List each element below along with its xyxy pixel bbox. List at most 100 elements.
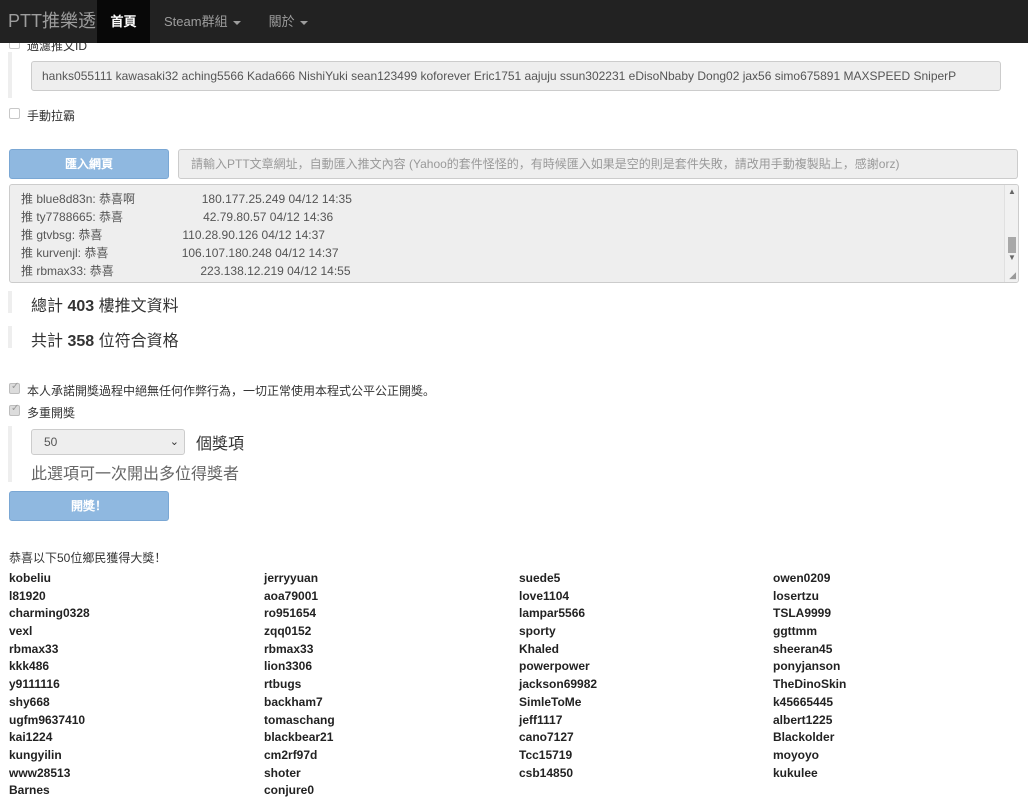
push-line: 推 gtvbsg: 恭喜 110.28.90.126 04/12 14:37 xyxy=(21,228,325,242)
winner-name: www28513 xyxy=(9,765,71,780)
winner-name: owen0209 xyxy=(773,571,831,585)
winner-name: jeff1117 xyxy=(519,712,563,727)
url-input[interactable]: 請輸入PTT文章網址，自動匯入推文內容 (Yahoo的套件怪怪的，有時候匯入如果… xyxy=(178,149,1018,179)
winners-column: suede5 love1104 lampar5566 sporty Khaled powe… xyxy=(519,570,597,782)
promise-checkbox[interactable] xyxy=(9,381,20,394)
manual-checkbox[interactable] xyxy=(9,108,20,119)
prize-count-select[interactable]: 50 ⌄ xyxy=(31,429,185,455)
push-line: 推 rbmax33: 恭喜 223.138.12.219 04/12 14:55 xyxy=(21,264,351,278)
textarea-scrollbar[interactable]: ▲ ▼ xyxy=(1004,185,1018,282)
winner-name: rtbugs xyxy=(264,677,302,692)
winner-name: TSLA9999 xyxy=(773,606,832,621)
exclude-ids-input[interactable]: hanks055111 kawasaki32 aching5566 Kada66… xyxy=(31,61,1001,91)
winners-column: jerryyuan aoa79001 ro951654 zqq0152 rbmax33 l… xyxy=(264,570,335,800)
stat-bar xyxy=(8,326,12,348)
exclude-section-bar xyxy=(8,52,12,98)
multi-draw-label: 多重開獎 xyxy=(27,406,76,420)
scroll-up-icon[interactable]: ▲ xyxy=(1008,187,1016,196)
draw-button[interactable]: 開獎！ xyxy=(9,491,169,521)
winner-name: sporty xyxy=(519,624,556,639)
winner-name: kobeliu xyxy=(9,571,52,585)
winner-name: love1104 xyxy=(519,588,570,603)
qualified-stat: 共計 358 位符合資格 xyxy=(31,327,179,351)
winner-name: sheeran45 xyxy=(773,641,833,656)
multi-draw-checkbox[interactable] xyxy=(9,403,20,416)
winner-name: cano7127 xyxy=(519,730,574,745)
winner-name: charming0328 xyxy=(9,606,90,621)
prize-help-text: 此選項可一次開出多位得獎者 xyxy=(31,466,240,483)
winner-name: Khaled xyxy=(519,641,560,656)
winner-name: losertzu xyxy=(773,588,820,603)
nav-about-label: 關於 xyxy=(268,14,295,29)
push-line: 推 blue8d83n: 恭喜啊 180.177.25.249 04/12 14… xyxy=(21,192,352,206)
winner-name: ugfm9637410 xyxy=(9,712,86,727)
winner-name: cm2rf97d xyxy=(264,747,318,762)
winner-name: blackbear21 xyxy=(264,730,334,745)
winner-name: tomaschang xyxy=(264,712,335,727)
winner-name: y9111116 xyxy=(9,677,60,692)
winner-name: TheDinoSkin xyxy=(773,677,847,692)
winner-name: vexl xyxy=(9,624,33,639)
qualified-prefix: 共計 xyxy=(31,333,64,350)
total-stat: 總計 403 樓推文資料 xyxy=(31,292,179,316)
winner-name: backham7 xyxy=(264,694,323,709)
winner-name: Tcc15719 xyxy=(519,747,573,762)
winner-name: kungyilin xyxy=(9,747,62,762)
winner-name: ponyjanson xyxy=(773,659,841,674)
brand-title[interactable]: PTT推樂透 xyxy=(0,0,97,43)
winner-name: SimleToMe xyxy=(519,694,582,709)
winner-name: jackson69982 xyxy=(519,677,598,692)
push-line: 推 kurvenjl: 恭喜 106.107.180.248 04/12 14:… xyxy=(21,246,339,260)
qualified-suffix: 位符合資格 xyxy=(98,333,179,350)
nav-steam-group[interactable]: Steam群組 xyxy=(150,0,255,43)
total-suffix: 樓推文資料 xyxy=(98,298,179,315)
winner-name: kai1224 xyxy=(9,730,53,745)
winner-name: ro951654 xyxy=(264,606,317,621)
multi-section-bar xyxy=(8,426,12,482)
nav-steam-label: Steam群組 xyxy=(164,14,228,29)
winner-name: shy668 xyxy=(9,694,50,709)
winner-name: albert1225 xyxy=(773,712,833,727)
caret-down-icon xyxy=(232,20,241,25)
scrollbar-thumb[interactable] xyxy=(1008,237,1016,253)
qualified-count: 358 xyxy=(67,333,95,350)
winner-name: l81920 xyxy=(9,588,46,603)
winner-name: moyoyo xyxy=(773,747,820,762)
winner-name: aoa79001 xyxy=(264,588,319,603)
stat-bar xyxy=(8,291,12,313)
promise-label: 本人承諾開獎過程中絕無任何作弊行為，一切正常使用本程式公平公正開獎。 xyxy=(27,384,436,398)
manual-label: 手動拉霸 xyxy=(27,109,76,123)
congrats-text: 恭喜以下50位鄉民獲得大獎！ xyxy=(9,551,167,565)
winner-name: lampar5566 xyxy=(519,606,586,621)
winner-name: csb14850 xyxy=(519,765,574,780)
nav-home[interactable]: 首頁 xyxy=(97,0,150,43)
winner-name: Barnes xyxy=(9,783,50,798)
scroll-down-icon[interactable]: ▼ xyxy=(1008,253,1016,262)
winner-name: k45665445 xyxy=(773,694,834,709)
winners-column: owen0209 losertzu TSLA9999 ggttmm sheeran45 p… xyxy=(773,570,846,782)
winner-name: suede5 xyxy=(519,571,561,585)
winner-name: kkk486 xyxy=(9,659,50,674)
import-button[interactable]: 匯入網頁 xyxy=(9,149,169,179)
total-prefix: 總計 xyxy=(31,298,64,315)
winner-name: rbmax33 xyxy=(9,641,59,656)
chevron-down-icon: ⌄ xyxy=(169,436,179,448)
winners-column: kobeliu l81920 charming0328 vexl rbmax33 kkk4… xyxy=(9,570,90,800)
push-textarea[interactable]: 推 blue8d83n: 恭喜啊 180.177.25.249 04/12 14… xyxy=(9,184,1019,283)
winner-name: kukulee xyxy=(773,765,818,780)
resize-handle-icon[interactable]: ◢ xyxy=(1009,270,1016,281)
winner-name: zqq0152 xyxy=(264,624,312,639)
prize-count-value: 50 xyxy=(44,435,58,449)
navbar: PTT推樂透 首頁 Steam群組 關於 xyxy=(0,0,1028,43)
winner-name: conjure0 xyxy=(264,783,315,798)
nav-about[interactable]: 關於 xyxy=(255,0,322,43)
winner-name: powerpower xyxy=(519,659,590,674)
winner-name: rbmax33 xyxy=(264,641,314,656)
push-line: 推 ty7788665: 恭喜 42.79.80.57 04/12 14:36 xyxy=(21,210,334,224)
prize-suffix: 個獎項 xyxy=(196,436,245,453)
winner-name: shoter xyxy=(264,765,301,780)
winner-name: ggttmm xyxy=(773,624,817,639)
winner-name: Blackolder xyxy=(773,730,835,745)
caret-down-icon xyxy=(299,20,308,25)
total-count: 403 xyxy=(67,298,95,315)
